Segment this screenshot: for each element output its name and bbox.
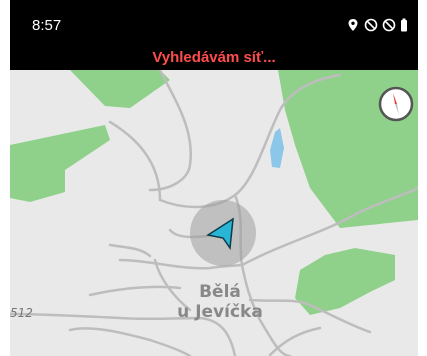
place-label: Bělá u Jevíčka (160, 282, 280, 322)
compass-button[interactable] (378, 86, 414, 122)
status-bar: 8:57 (10, 0, 418, 46)
banner-text: Vyhledávám síť... (152, 49, 276, 66)
place-label-line2: u Jevíčka (177, 302, 263, 322)
status-time: 8:57 (32, 17, 62, 34)
current-location-marker[interactable] (188, 198, 258, 268)
place-label-line1: Bělá (199, 282, 241, 302)
location-icon (346, 18, 360, 32)
road-number-label: 512 (10, 306, 33, 320)
battery-icon (400, 18, 408, 32)
status-icons (346, 16, 408, 34)
blocked-circle-icon (382, 18, 396, 32)
blocked-circle-icon (364, 18, 378, 32)
compass-icon (378, 86, 414, 122)
phone-screen: 8:57 Vyhledávám síť... Bělá u Jevíčka 51… (10, 0, 418, 356)
network-search-banner: Vyhledávám síť... (10, 46, 418, 70)
